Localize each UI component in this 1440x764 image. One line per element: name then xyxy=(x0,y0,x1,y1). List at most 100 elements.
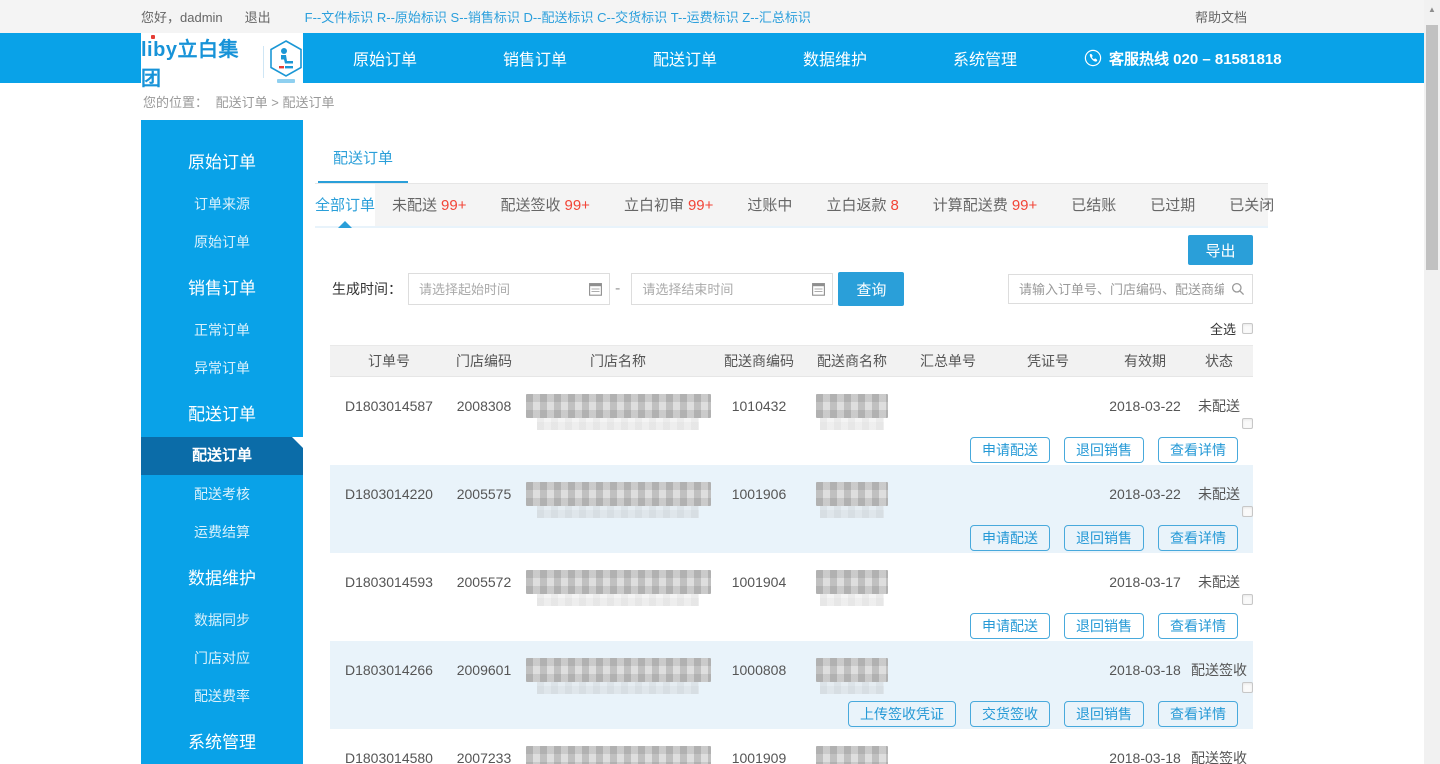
summary-no xyxy=(902,553,994,611)
sidebar-item-normal-orders[interactable]: 正常订单 xyxy=(141,311,303,349)
valid-date: 2018-03-17 xyxy=(1109,574,1181,590)
sidebar-item-delivery-orders[interactable]: 配送订单 xyxy=(141,437,303,475)
logo-text: liby立白集团 xyxy=(141,33,257,91)
nav-items: 原始订单 销售订单 配送订单 数据维护 系统管理 xyxy=(310,46,1060,70)
apply-delivery-button[interactable]: 申请配送 xyxy=(970,525,1050,551)
sidebar-item-store-mapping[interactable]: 门店对应 xyxy=(141,639,303,677)
start-time-field xyxy=(408,273,610,305)
start-time-input[interactable] xyxy=(408,273,610,305)
return-to-sales-button[interactable]: 退回销售 xyxy=(1064,701,1144,727)
scroll-up-arrow-icon[interactable]: ▲ xyxy=(1424,0,1440,14)
logo[interactable]: liby立白集团 xyxy=(141,33,303,90)
valid-date: 2018-03-18 xyxy=(1109,662,1181,678)
select-all-label[interactable]: 全选 xyxy=(1210,319,1236,338)
sidebar-item-delivery-assessment[interactable]: 配送考核 xyxy=(141,475,303,513)
supplier-code: 1000808 xyxy=(731,662,787,678)
censored-store-name xyxy=(525,658,711,694)
col-order-no: 订单号 xyxy=(368,353,410,369)
export-button[interactable]: 导出 xyxy=(1188,235,1253,265)
calendar-icon[interactable] xyxy=(812,282,826,296)
subtab-calc-delivery-fee[interactable]: 计算配送费 99+ xyxy=(916,184,1054,226)
order-no: D1803014220 xyxy=(345,486,433,502)
sidebar-item-freight-settlement[interactable]: 运费结算 xyxy=(141,513,303,551)
filter-bar: 生成时间： - 查询 xyxy=(315,272,1268,306)
breadcrumb-path: 配送订单 > 配送订单 xyxy=(215,95,335,110)
sidebar-item-delivery-rate[interactable]: 配送费率 xyxy=(141,677,303,715)
status-text: 配送签收 xyxy=(1191,750,1247,764)
status-text: 配送签收 xyxy=(1191,662,1247,678)
summary-no xyxy=(902,729,994,764)
status-text: 未配送 xyxy=(1198,398,1240,414)
subtab-all-orders[interactable]: 全部订单 xyxy=(315,184,376,228)
count-badge: 99+ xyxy=(564,197,590,214)
end-time-field xyxy=(631,273,834,305)
search-icon[interactable] xyxy=(1231,282,1245,296)
scrollbar-thumb[interactable] xyxy=(1426,25,1438,270)
subtab-settled[interactable]: 已结账 xyxy=(1054,184,1133,226)
subtab-delivery-signed[interactable]: 配送签收 99+ xyxy=(483,184,606,226)
search-input[interactable] xyxy=(1008,274,1253,304)
censored-supplier-name xyxy=(816,746,888,764)
subtab-liby-first-review[interactable]: 立白初审 99+ xyxy=(607,184,730,226)
censored-store-name xyxy=(525,746,711,764)
apply-delivery-button[interactable]: 申请配送 xyxy=(970,437,1050,463)
nav-item-sales-orders[interactable]: 销售订单 xyxy=(460,46,610,70)
view-detail-button[interactable]: 查看详情 xyxy=(1158,701,1238,727)
subtab-closed[interactable]: 已关闭 xyxy=(1212,184,1291,226)
col-status: 状态 xyxy=(1205,353,1233,369)
select-all-checkbox[interactable] xyxy=(1242,322,1253,334)
sidebar-title-sales-orders: 销售订单 xyxy=(188,279,256,298)
store-code: 2008308 xyxy=(456,398,512,414)
censored-store-name xyxy=(525,570,711,606)
sidebar-group-delivery-orders: 配送订单 配送订单 配送考核 运费结算 xyxy=(141,393,303,551)
row-checkbox[interactable] xyxy=(1242,594,1253,605)
view-detail-button[interactable]: 查看详情 xyxy=(1158,437,1238,463)
valid-date: 2018-03-18 xyxy=(1109,750,1181,764)
query-button[interactable]: 查询 xyxy=(838,272,905,306)
valid-date: 2018-03-22 xyxy=(1109,398,1181,414)
sidebar-group-original-orders: 原始订单 订单来源 原始订单 xyxy=(141,141,303,261)
return-to-sales-button[interactable]: 退回销售 xyxy=(1064,525,1144,551)
sidebar-item-order-source[interactable]: 订单来源 xyxy=(141,185,303,223)
calendar-icon[interactable] xyxy=(589,282,602,296)
end-time-input[interactable] xyxy=(631,273,834,305)
sidebar-item-abnormal-orders[interactable]: 异常订单 xyxy=(141,349,303,387)
logo-red-dot xyxy=(151,34,155,39)
voucher-no xyxy=(994,729,1102,764)
tab-delivery-orders[interactable]: 配送订单 xyxy=(318,134,408,183)
sidebar-item-original-orders[interactable]: 原始订单 xyxy=(141,223,303,261)
supplier-code: 1010432 xyxy=(731,398,787,414)
col-valid-date: 有效期 xyxy=(1124,353,1166,369)
logout-link[interactable]: 退出 xyxy=(245,7,271,26)
subtab-posting[interactable]: 过账中 xyxy=(730,184,809,226)
row-checkbox[interactable] xyxy=(1242,418,1253,429)
row-checkbox[interactable] xyxy=(1242,506,1253,517)
summary-no xyxy=(902,465,994,523)
service-hotline: 客服热线 020 – 81581818 xyxy=(1084,48,1282,69)
view-detail-button[interactable]: 查看详情 xyxy=(1158,613,1238,639)
view-detail-button[interactable]: 查看详情 xyxy=(1158,525,1238,551)
apply-delivery-button[interactable]: 申请配送 xyxy=(970,613,1050,639)
page-scrollbar[interactable]: ▲ xyxy=(1424,0,1440,764)
subtab-liby-refund[interactable]: 立白返款 8 xyxy=(809,184,915,226)
voucher-no xyxy=(994,553,1102,611)
date-range-separator: - xyxy=(615,280,621,297)
nav-item-original-orders[interactable]: 原始订单 xyxy=(310,46,460,70)
nav-item-data-maintenance[interactable]: 数据维护 xyxy=(760,46,910,70)
sidebar-group-system-management: 系统管理 xyxy=(141,721,303,764)
help-doc-link[interactable]: 帮助文档 xyxy=(1195,7,1247,26)
subtab-expired[interactable]: 已过期 xyxy=(1133,184,1212,226)
return-to-sales-button[interactable]: 退回销售 xyxy=(1064,613,1144,639)
upload-receipt-button[interactable]: 上传签收凭证 xyxy=(848,701,956,727)
subtab-undelivered[interactable]: 未配送 99+ xyxy=(375,184,483,226)
nav-item-delivery-orders[interactable]: 配送订单 xyxy=(610,46,760,70)
order-no: D1803014580 xyxy=(345,750,433,764)
sidebar-item-data-sync[interactable]: 数据同步 xyxy=(141,601,303,639)
select-all-row: 全选 xyxy=(315,318,1268,338)
delivery-sign-button[interactable]: 交货签收 xyxy=(970,701,1050,727)
sidebar-group-data-maintenance: 数据维护 数据同步 门店对应 配送费率 xyxy=(141,557,303,715)
return-to-sales-button[interactable]: 退回销售 xyxy=(1064,437,1144,463)
row-checkbox[interactable] xyxy=(1242,682,1253,693)
nav-item-system-management[interactable]: 系统管理 xyxy=(910,46,1060,70)
table-header: 订单号 门店编码 门店名称 配送商编码 配送商名称 汇总单号 凭证号 有效期 状… xyxy=(330,346,1253,377)
